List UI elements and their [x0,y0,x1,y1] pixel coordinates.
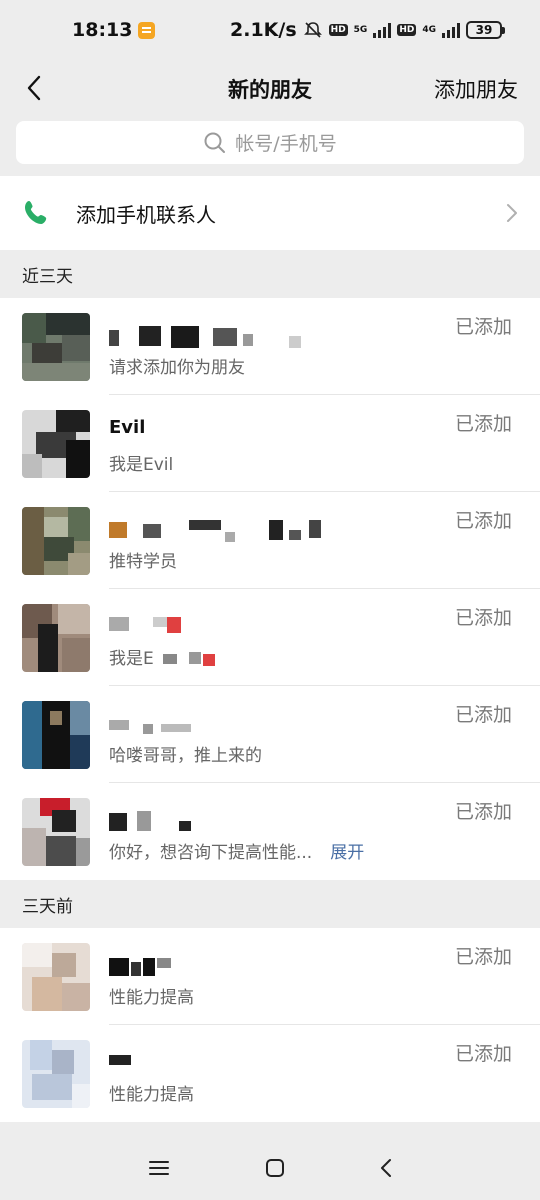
hd-badge: HD [328,24,348,36]
notification-icon [138,21,156,39]
status-right: 2.1K/s HD 5G HD 4G 39 [230,19,505,41]
status-bar: 18:13 2.1K/s HD 5G HD 4G 39 [0,0,540,60]
expand-link[interactable]: 展开 [330,843,364,863]
section-header-earlier: 三天前 [0,880,540,928]
added-status: 已添加 [454,316,512,338]
battery-icon: 39 [466,21,505,39]
avatar [22,798,90,866]
add-friend-button[interactable]: 添加朋友 [434,74,518,104]
request-message: 性能力提高 [109,1085,194,1105]
mute-bell-icon [303,22,322,38]
contact-name: Evil [109,417,146,438]
section-header-recent: 近三天 [0,250,540,298]
message-redacted [159,652,219,666]
network-4g: 4G [422,24,436,35]
avatar [22,604,90,672]
friend-request-row[interactable]: 哈喽哥哥，推上来的 已添加 [0,686,540,783]
menu-icon[interactable] [147,1158,171,1178]
back-button[interactable] [14,68,54,108]
network-5g: 5G [353,24,368,35]
net-speed: 2.1K/s [230,19,297,41]
search-placeholder: 帐号/手机号 [235,133,337,155]
added-status: 已添加 [454,1043,512,1065]
status-left: 18:13 [72,19,156,41]
added-status: 已添加 [454,413,512,435]
request-message: 你好，想咨询下提高性能... 展开 [109,838,364,863]
nav-bar: 新的朋友 添加朋友 [0,60,540,118]
phone-icon [25,201,47,224]
friend-request-row[interactable]: 请求添加你为朋友 已添加 [0,298,540,395]
request-message-text: 你好，想咨询下提高性能... [109,843,313,863]
added-status: 已添加 [454,946,512,968]
add-phone-contacts[interactable]: 添加手机联系人 [0,176,540,250]
avatar [22,943,90,1011]
name-redacted [109,520,329,544]
system-nav-bar [0,1136,540,1200]
request-message: 我是E [109,644,219,669]
avatar [22,701,90,769]
request-message: 请求添加你为朋友 [109,358,245,378]
clock: 18:13 [72,19,133,41]
avatar [22,507,90,575]
request-message: 哈喽哥哥，推上来的 [109,746,262,766]
friend-request-row[interactable]: 性能力提高 已添加 [0,928,540,1025]
added-status: 已添加 [454,801,512,823]
friend-request-row[interactable]: 我是E 已添加 [0,589,540,686]
signal-icon-2 [442,22,460,38]
back-arrow-icon [27,75,41,101]
request-message: 性能力提高 [109,988,194,1008]
name-redacted [109,956,329,980]
friend-request-list-recent: 请求添加你为朋友 已添加 Evil 我是Evil 已添加 推特学员 已添加 我是… [0,298,540,880]
system-back-icon[interactable] [379,1157,393,1179]
friend-request-row[interactable]: 你好，想咨询下提高性能... 展开 已添加 [0,783,540,880]
search-icon [204,132,226,153]
friend-request-row[interactable]: 推特学员 已添加 [0,492,540,589]
name-redacted [109,326,329,350]
avatar [22,1040,90,1108]
home-icon[interactable] [264,1157,286,1179]
signal-icon [373,22,392,38]
hd-badge-2: HD [397,24,417,36]
added-status: 已添加 [454,510,512,532]
friend-request-row[interactable]: 性能力提高 已添加 [0,1025,540,1122]
friend-request-row[interactable]: Evil 我是Evil 已添加 [0,395,540,492]
avatar [22,410,90,478]
friend-request-list-earlier: 性能力提高 已添加 性能力提高 已添加 [0,928,540,1122]
name-redacted [109,617,329,641]
request-message: 我是Evil [109,455,174,475]
name-redacted [109,714,329,738]
search-input[interactable]: 帐号/手机号 [16,121,524,164]
add-phone-contacts-label: 添加手机联系人 [76,202,216,227]
request-message-text: 我是E [109,649,154,669]
request-message: 推特学员 [109,552,177,572]
chevron-right-icon [507,204,517,222]
page-title: 新的朋友 [228,78,312,102]
name-redacted [109,811,329,835]
name-redacted [109,1053,329,1077]
avatar [22,313,90,381]
added-status: 已添加 [454,607,512,629]
added-status: 已添加 [454,704,512,726]
